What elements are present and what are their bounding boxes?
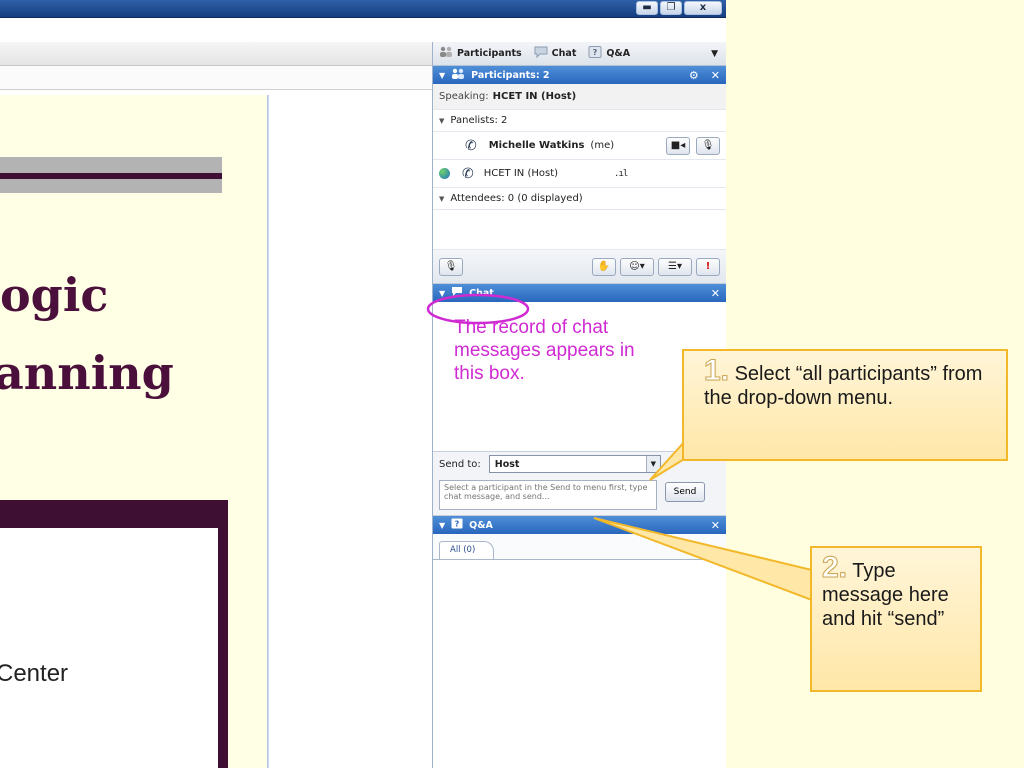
panelists-label: Panelists: 2 — [450, 115, 508, 126]
slide-content-box — [0, 528, 218, 768]
close-button[interactable]: x — [684, 1, 722, 15]
send-button[interactable]: Send — [665, 482, 705, 502]
chat-header-label: Chat — [469, 287, 494, 299]
participant-controls-bar: 🎙 ✋ ☺▾ ☰▾ ! — [433, 250, 726, 284]
chat-header-icon — [451, 286, 463, 300]
panel-tab-bar: Participants Chat ? Q&A ▼ — [433, 42, 726, 66]
chat-section-header[interactable]: ▼ Chat ✕ — [433, 284, 726, 302]
tab-chat-label: Chat — [551, 48, 577, 59]
collapse-triangle-icon[interactable]: ▼ — [439, 289, 445, 298]
svg-text:?: ? — [593, 48, 598, 57]
panelist-suffix: (me) — [590, 140, 615, 151]
list-options-icon[interactable]: ☰▾ — [658, 257, 692, 276]
attendees-list — [433, 210, 726, 250]
chat-icon — [534, 46, 548, 61]
send-to-select[interactable]: Host ▼ — [488, 455, 661, 473]
callout-step-2: 2. Type message here and hit “send” — [810, 546, 982, 692]
slide-center-text: Center — [0, 660, 69, 687]
compose-row: Send — [433, 476, 726, 516]
close-icon[interactable]: ✕ — [711, 519, 720, 532]
window-title-bar: ▬ ❐ x — [0, 0, 726, 18]
participants-section-header[interactable]: ▼ Participants: 2 ⚙ ✕ — [433, 66, 726, 84]
phone-speaking-icon: ✆ — [462, 165, 474, 182]
chat-annotation-text: The record of chat messages appears in t… — [454, 317, 635, 384]
globe-icon — [439, 168, 450, 179]
gear-icon[interactable]: ⚙ — [689, 69, 699, 82]
speaking-name: HCET IN (Host) — [492, 91, 577, 102]
alert-button[interactable]: ! — [696, 257, 720, 276]
qa-header-icon: ? — [451, 518, 463, 532]
attendees-group[interactable]: ▼ Attendees: 0 (0 displayed) — [433, 188, 726, 210]
speaking-label: Speaking: — [439, 91, 489, 102]
video-camera-icon[interactable]: ■◂ — [666, 136, 690, 155]
emoticon-dropdown-icon[interactable]: ☺▾ — [620, 257, 654, 276]
expand-triangle-icon[interactable]: ▼ — [439, 117, 444, 125]
svg-text:?: ? — [455, 520, 460, 529]
phone-icon: ✆ — [465, 137, 477, 154]
close-icon[interactable]: ✕ — [711, 69, 720, 82]
attendees-label: Attendees: 0 (0 displayed) — [450, 193, 583, 204]
send-to-label: Send to: — [439, 458, 481, 470]
slide-side-pane — [268, 95, 432, 768]
microphone-mute-icon[interactable]: 🎙 — [696, 136, 720, 155]
callout-2-number: 2. — [821, 551, 848, 584]
slide-title-line-1: ogic — [0, 268, 109, 322]
qa-header-label: Q&A — [469, 519, 493, 531]
raise-hand-icon[interactable]: ✋ — [592, 257, 616, 276]
chevron-down-icon[interactable]: ▼ — [645, 456, 660, 472]
microphone-icon[interactable]: 🎙 — [439, 257, 463, 276]
participants-icon — [439, 46, 453, 61]
list-item[interactable]: ✆ HCET IN (Host) .ıl — [433, 160, 726, 188]
restore-button[interactable]: ❐ — [660, 1, 682, 15]
collapse-triangle-icon[interactable]: ▼ — [439, 521, 445, 530]
secondary-toolbar — [0, 66, 432, 90]
panel-options-dropdown[interactable]: ▼ — [703, 49, 726, 59]
tab-participants-label: Participants — [457, 48, 522, 59]
qa-tab-bar: All (0) — [433, 534, 726, 560]
window-controls: ▬ ❐ x — [636, 1, 722, 15]
speaking-indicator: Speaking: HCET IN (Host) — [433, 84, 726, 110]
panelist-name: HCET IN (Host) — [483, 168, 559, 179]
minimize-button[interactable]: ▬ — [636, 1, 658, 15]
qa-section-header[interactable]: ▼ ? Q&A ✕ — [433, 516, 726, 534]
expand-triangle-icon[interactable]: ▼ — [439, 195, 444, 203]
callout-step-1: 1. Select “all participants” from the dr… — [682, 349, 1008, 461]
callout-1-number: 1. — [703, 354, 730, 387]
app-header-area — [0, 18, 726, 42]
list-item[interactable]: ✆ Michelle Watkins (me) ■◂ 🎙 — [433, 132, 726, 160]
send-to-value: Host — [494, 458, 520, 470]
collapse-triangle-icon[interactable]: ▼ — [439, 71, 445, 80]
panelists-group[interactable]: ▼ Panelists: 2 — [433, 110, 726, 132]
tab-qa-label: Q&A — [606, 48, 631, 59]
participants-header-icon — [451, 68, 465, 82]
slide-decor-line — [0, 173, 222, 179]
tab-participants[interactable]: Participants — [433, 46, 528, 61]
panelist-name: Michelle Watkins — [488, 140, 585, 151]
tab-qa[interactable]: ? Q&A — [582, 46, 636, 61]
chat-message-input[interactable] — [439, 480, 657, 510]
toolbar — [0, 42, 432, 66]
slide-title-line-2: anning — [0, 346, 174, 400]
callout-1-text: Select “all participants” from the drop-… — [704, 363, 983, 409]
tab-qa-all[interactable]: All (0) — [439, 541, 495, 559]
close-icon[interactable]: ✕ — [711, 287, 720, 300]
qa-icon: ? — [588, 46, 602, 61]
signal-strength-icon: .ıl — [614, 168, 628, 179]
tab-chat[interactable]: Chat — [528, 46, 583, 61]
participants-header-label: Participants: 2 — [471, 69, 550, 81]
